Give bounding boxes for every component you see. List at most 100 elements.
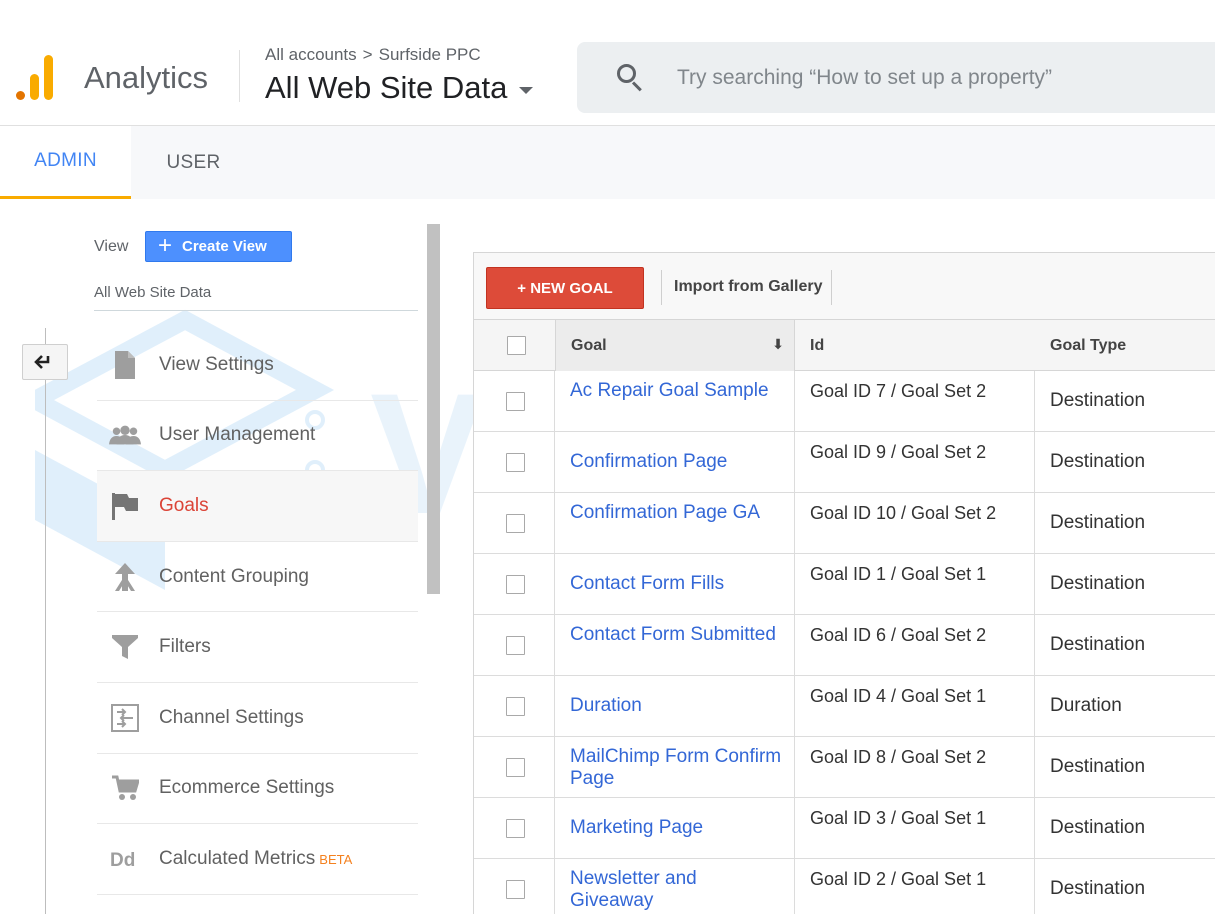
table-row: Confirmation Page Goal ID 9 / Goal Set 2…	[474, 432, 1215, 493]
column-header-goal-label: Goal	[571, 336, 607, 354]
goal-type: Destination	[1050, 817, 1146, 838]
nav-label: Content Grouping	[159, 565, 309, 587]
new-goal-button[interactable]: + NEW GOAL	[486, 267, 644, 309]
column-header-id[interactable]: Id	[810, 320, 824, 371]
column-header-goal[interactable]: Goal ⬇	[555, 320, 795, 371]
table-row: Confirmation Page GA Goal ID 10 / Goal S…	[474, 493, 1215, 554]
breadcrumb-property[interactable]: Surfside PPC	[379, 45, 481, 64]
goal-link[interactable]: Duration	[555, 676, 795, 737]
back-button[interactable]	[22, 344, 68, 380]
nav-scrollbar[interactable]	[427, 224, 440, 594]
nav-item-calculated-metrics[interactable]: Dd Calculated Metrics BETA	[97, 824, 418, 895]
toolbar-divider	[661, 270, 662, 305]
content-grouping-icon	[109, 562, 141, 592]
goals-table-header: Goal ⬇ Id Goal Type	[474, 320, 1215, 371]
users-icon	[109, 420, 141, 450]
tab-admin[interactable]: ADMIN	[0, 126, 131, 199]
sort-down-arrow-icon: ⬇	[772, 336, 784, 352]
table-row: MailChimp Form Confirm Page Goal ID 8 / …	[474, 737, 1215, 798]
goal-id: Goal ID 7 / Goal Set 2	[795, 371, 1035, 432]
goal-link[interactable]: Confirmation Page	[555, 432, 795, 493]
nav-label: Calculated Metrics BETA	[159, 848, 352, 870]
row-checkbox[interactable]	[506, 453, 525, 472]
goal-link[interactable]: Ac Repair Goal Sample	[555, 371, 795, 432]
nav-item-content-grouping[interactable]: Content Grouping	[97, 542, 418, 613]
search-icon	[617, 64, 643, 92]
breadcrumb-account[interactable]: All accounts	[265, 45, 357, 64]
channel-settings-icon	[109, 703, 141, 733]
goal-link[interactable]: Contact Form Submitted	[555, 615, 795, 676]
row-checkbox[interactable]	[506, 514, 525, 533]
document-icon	[109, 350, 141, 380]
svg-text:Dd: Dd	[110, 850, 135, 870]
tab-bar: ADMIN USER	[0, 126, 1215, 199]
create-view-button[interactable]: + Create View	[145, 231, 292, 262]
goal-id: Goal ID 3 / Goal Set 1	[795, 798, 1035, 859]
view-selector-underline	[94, 310, 418, 311]
tab-user[interactable]: USER	[131, 126, 256, 199]
filter-icon	[109, 632, 141, 662]
nav-item-view-settings[interactable]: View Settings	[97, 330, 418, 401]
nav-label: Filters	[159, 636, 211, 658]
nav-label: Goals	[159, 494, 209, 516]
table-row: Newsletter and Giveaway Goal ID 2 / Goal…	[474, 859, 1215, 914]
view-name-selector[interactable]: All Web Site Data	[94, 284, 211, 301]
goal-type: Destination	[1050, 573, 1146, 594]
import-from-gallery-button[interactable]: Import from Gallery	[674, 278, 822, 296]
row-checkbox[interactable]	[506, 758, 525, 777]
goal-type: Destination	[1050, 634, 1146, 655]
goal-link[interactable]: Newsletter and Giveaway	[555, 859, 795, 914]
goal-link[interactable]: MailChimp Form Confirm Page	[555, 737, 795, 798]
breadcrumb-separator: >	[362, 45, 373, 64]
goal-link[interactable]: Confirmation Page GA	[555, 493, 795, 554]
nav-item-goals[interactable]: Goals	[97, 471, 418, 542]
goal-type: Destination	[1050, 390, 1146, 411]
nav-item-channel-settings[interactable]: Channel Settings	[97, 683, 418, 754]
table-row: Ac Repair Goal Sample Goal ID 7 / Goal S…	[474, 371, 1215, 432]
goal-id: Goal ID 8 / Goal Set 2	[795, 737, 1035, 798]
goal-id: Goal ID 10 / Goal Set 2	[795, 493, 1035, 554]
search-bar[interactable]: Try searching “How to set up a property”	[577, 42, 1215, 113]
search-input[interactable]: Try searching “How to set up a property”	[677, 66, 1052, 90]
nav-item-filters[interactable]: Filters	[97, 612, 418, 683]
nav-label: Channel Settings	[159, 706, 304, 728]
view-column-label: View	[94, 238, 129, 255]
cart-icon	[109, 773, 141, 803]
tree-line	[45, 328, 46, 914]
nav-label: Ecommerce Settings	[159, 777, 335, 799]
select-all-checkbox[interactable]	[507, 336, 526, 355]
goal-type: Destination	[1050, 512, 1146, 533]
table-row: Contact Form Fills Goal ID 1 / Goal Set …	[474, 554, 1215, 615]
goal-link[interactable]: Contact Form Fills	[555, 554, 795, 615]
back-arrow-icon	[34, 355, 50, 369]
row-checkbox[interactable]	[506, 819, 525, 838]
nav-label-text: Calculated Metrics	[159, 847, 316, 869]
calculated-metrics-icon: Dd	[109, 844, 141, 874]
nav-item-user-management[interactable]: User Management	[97, 401, 418, 472]
view-selector[interactable]: All Web Site Data	[265, 70, 534, 106]
nav-label: User Management	[159, 424, 316, 446]
breadcrumb[interactable]: All accounts > Surfside PPC	[265, 45, 481, 65]
goal-id: Goal ID 1 / Goal Set 1	[795, 554, 1035, 615]
goal-type: Destination	[1050, 451, 1146, 472]
goal-type: Destination	[1050, 878, 1146, 899]
row-checkbox[interactable]	[506, 392, 525, 411]
goal-link[interactable]: Marketing Page	[555, 798, 795, 859]
create-view-label: Create View	[182, 238, 267, 255]
table-row: Contact Form Submitted Goal ID 6 / Goal …	[474, 615, 1215, 676]
toolbar-divider	[831, 270, 832, 305]
row-checkbox[interactable]	[506, 880, 525, 899]
flag-icon	[109, 491, 141, 521]
analytics-logo-icon[interactable]	[16, 55, 56, 100]
row-checkbox[interactable]	[506, 575, 525, 594]
goals-panel: + NEW GOAL Import from Gallery Goal ⬇ Id…	[473, 252, 1215, 914]
beta-badge: BETA	[319, 851, 353, 867]
row-checkbox[interactable]	[506, 697, 525, 716]
row-checkbox[interactable]	[506, 636, 525, 655]
nav-item-ecommerce-settings[interactable]: Ecommerce Settings	[97, 754, 418, 825]
goal-id: Goal ID 2 / Goal Set 1	[795, 859, 1035, 914]
column-header-goal-type[interactable]: Goal Type	[1050, 320, 1126, 371]
caret-down-icon	[519, 86, 534, 94]
table-row: Duration Goal ID 4 / Goal Set 1 Duration	[474, 676, 1215, 737]
goal-type: Destination	[1050, 756, 1146, 777]
